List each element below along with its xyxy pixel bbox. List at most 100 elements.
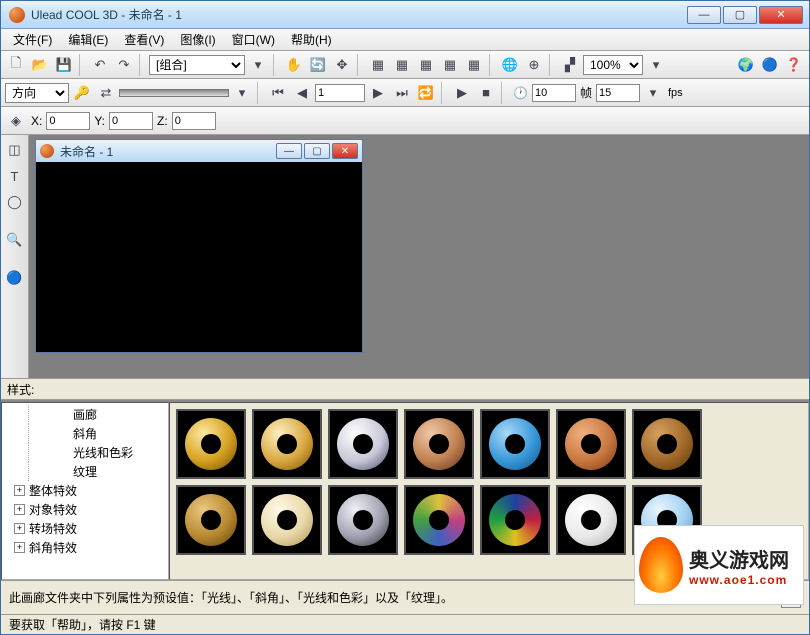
play-icon[interactable]: ▶: [451, 82, 473, 104]
timeline-slider[interactable]: [119, 89, 229, 97]
shape-tool-icon[interactable]: ◯: [4, 191, 26, 213]
watermark-name: 奥义游戏网: [689, 544, 789, 573]
text-tool-icon[interactable]: T: [4, 165, 26, 187]
thumb-2[interactable]: [252, 409, 322, 479]
tree-fx1[interactable]: +整体特效: [2, 481, 168, 500]
globe-icon[interactable]: 🌐: [499, 54, 521, 76]
menu-window[interactable]: 窗口(W): [224, 29, 283, 50]
stop-icon[interactable]: ■: [475, 82, 497, 104]
current-frame-input[interactable]: [315, 84, 365, 102]
hand-icon[interactable]: ✋: [283, 54, 305, 76]
render-canvas[interactable]: [36, 162, 362, 352]
save-icon[interactable]: 💾: [53, 54, 75, 76]
tree-bevel[interactable]: 斜角: [28, 424, 168, 443]
tree-gallery[interactable]: 画廊: [28, 405, 168, 424]
render4-icon[interactable]: ▦: [439, 54, 461, 76]
web-icon[interactable]: ⊕: [523, 54, 545, 76]
keyframe-icon[interactable]: 🔑: [71, 82, 93, 104]
render1-icon[interactable]: ▦: [367, 54, 389, 76]
web2-icon[interactable]: 🔵: [759, 54, 781, 76]
x-input[interactable]: [46, 112, 90, 130]
new-icon[interactable]: 🗋: [5, 54, 27, 76]
open-icon[interactable]: 📂: [29, 54, 51, 76]
doc-minimize-button[interactable]: —: [276, 143, 302, 159]
menu-edit[interactable]: 编辑(E): [60, 29, 116, 50]
render2-icon[interactable]: ▦: [391, 54, 413, 76]
expand-icon[interactable]: +: [14, 485, 25, 496]
flame-icon: [639, 537, 683, 593]
slider-dropdown-icon[interactable]: ▾: [231, 82, 253, 104]
thumb-9[interactable]: [252, 485, 322, 555]
fps-input[interactable]: [596, 84, 640, 102]
help-icon[interactable]: ❓: [783, 54, 805, 76]
render3-icon[interactable]: ▦: [415, 54, 437, 76]
object-combo[interactable]: [组合]: [149, 55, 245, 75]
render5-icon[interactable]: ▦: [463, 54, 485, 76]
watermark: 奥义游戏网 www.aoe1.com: [634, 525, 804, 605]
maximize-button[interactable]: ▢: [723, 6, 757, 24]
thumb-5[interactable]: [480, 409, 550, 479]
toolbar-coords: ◈ X: Y: Z:: [1, 107, 809, 135]
thumb-1[interactable]: [176, 409, 246, 479]
tree-light[interactable]: 光线和色彩: [28, 443, 168, 462]
loop-icon[interactable]: 🔁: [415, 82, 437, 104]
thumb-8[interactable]: [176, 485, 246, 555]
zoom-dropdown-icon[interactable]: ▾: [645, 54, 667, 76]
direction-combo[interactable]: 方向: [5, 83, 69, 103]
titlebar: Ulead COOL 3D - 未命名 - 1 — ▢ ✕: [1, 1, 809, 29]
doc-maximize-button[interactable]: ▢: [304, 143, 330, 159]
toolbar-main: 🗋 📂 💾 ↶ ↷ [组合] ▾ ✋ 🔄 ✥ ▦ ▦ ▦ ▦ ▦ 🌐 ⊕ ▞ 1…: [1, 51, 809, 79]
document-window[interactable]: 未命名 - 1 — ▢ ✕: [35, 139, 363, 353]
next-frame-icon[interactable]: ▶: [367, 82, 389, 104]
style-label: 样式:: [7, 381, 34, 398]
menu-file[interactable]: 文件(F): [5, 29, 60, 50]
expand-icon[interactable]: +: [14, 542, 25, 553]
gallery-tree[interactable]: 画廊 斜角 光线和色彩 纹理 +整体特效 +对象特效 +转场特效 +斜角特效: [1, 402, 169, 580]
thumb-10[interactable]: [328, 485, 398, 555]
dropdown-icon[interactable]: ▾: [247, 54, 269, 76]
link-icon[interactable]: ⇄: [95, 82, 117, 104]
expand-icon[interactable]: +: [14, 504, 25, 515]
rotate-icon[interactable]: 🔄: [307, 54, 329, 76]
doc-close-button[interactable]: ✕: [332, 143, 358, 159]
workspace: 未命名 - 1 — ▢ ✕: [29, 135, 809, 378]
move-icon[interactable]: ✥: [331, 54, 353, 76]
thumb-3[interactable]: [328, 409, 398, 479]
sphere-icon[interactable]: 🔵: [4, 267, 26, 289]
checker-icon[interactable]: ▞: [559, 54, 581, 76]
magnifier-icon[interactable]: 🔍: [4, 229, 26, 251]
tree-texture[interactable]: 纹理: [28, 462, 168, 481]
doc-title: 未命名 - 1: [60, 143, 276, 160]
minimize-button[interactable]: —: [687, 6, 721, 24]
window-title: Ulead COOL 3D - 未命名 - 1: [31, 6, 687, 23]
menu-help[interactable]: 帮助(H): [283, 29, 340, 50]
tree-fx3[interactable]: +转场特效: [2, 519, 168, 538]
undo-icon[interactable]: ↶: [89, 54, 111, 76]
thumb-4[interactable]: [404, 409, 474, 479]
thumb-11[interactable]: [404, 485, 474, 555]
expand-icon[interactable]: +: [14, 523, 25, 534]
zoom-combo[interactable]: 100%: [583, 55, 643, 75]
thumb-12[interactable]: [480, 485, 550, 555]
menu-image[interactable]: 图像(I): [172, 29, 223, 50]
globe2-icon[interactable]: 🌍: [735, 54, 757, 76]
y-label: Y:: [92, 114, 107, 128]
z-input[interactable]: [172, 112, 216, 130]
clock-icon: 🕐: [511, 86, 530, 100]
tree-fx2[interactable]: +对象特效: [2, 500, 168, 519]
tool1-icon[interactable]: ◫: [4, 139, 26, 161]
prev-frame-icon[interactable]: ◀: [291, 82, 313, 104]
total-frames-input[interactable]: [532, 84, 576, 102]
redo-icon[interactable]: ↷: [113, 54, 135, 76]
thumb-6[interactable]: [556, 409, 626, 479]
tree-fx4[interactable]: +斜角特效: [2, 538, 168, 557]
first-frame-icon[interactable]: ⏮: [267, 82, 289, 104]
thumb-13[interactable]: [556, 485, 626, 555]
y-input[interactable]: [109, 112, 153, 130]
xyz-icon[interactable]: ◈: [5, 110, 27, 132]
thumb-7[interactable]: [632, 409, 702, 479]
close-button[interactable]: ✕: [759, 6, 803, 24]
fps-dropdown-icon[interactable]: ▾: [642, 82, 664, 104]
last-frame-icon[interactable]: ⏭: [391, 82, 413, 104]
menu-view[interactable]: 查看(V): [116, 29, 172, 50]
